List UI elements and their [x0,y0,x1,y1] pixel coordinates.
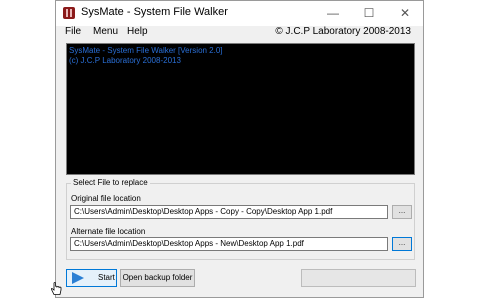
browse-alternate-button[interactable]: ... [392,237,412,251]
window-title: SysMate - System File Walker [81,6,228,18]
console-output[interactable]: SysMate - System File Walker [Version 2.… [66,43,415,175]
alternate-file-label: Alternate file location [71,227,146,236]
progress-bar [301,269,416,287]
start-label: Start [98,273,115,282]
minimize-icon[interactable]: — [315,1,351,26]
group-label: Select File to replace [71,178,150,187]
alternate-file-input[interactable]: C:\Users\Admin\Desktop\Desktop Apps - Ne… [70,237,388,251]
menu-bar: File Menu Help © J.C.P Laboratory 2008-2… [56,26,423,40]
menu-file[interactable]: File [65,26,81,37]
play-icon [72,272,84,284]
original-file-input[interactable]: C:\Users\Admin\Desktop\Desktop Apps - Co… [70,205,388,219]
copyright-text: © J.C.P Laboratory 2008-2013 [275,26,411,37]
open-backup-folder-button[interactable]: Open backup folder [120,269,195,287]
hand-cursor-icon [50,282,62,295]
console-line: SysMate - System File Walker [Version 2.… [69,46,223,55]
app-logo-icon [63,7,75,19]
menu-help[interactable]: Help [127,26,148,37]
start-button[interactable]: Start [66,269,117,287]
console-line: (c) J.C.P Laboratory 2008-2013 [69,56,181,65]
app-window: SysMate - System File Walker — ☐ ✕ File … [55,0,424,298]
title-bar[interactable]: SysMate - System File Walker — ☐ ✕ [56,1,423,26]
menu-menu[interactable]: Menu [93,26,118,37]
replace-file-group: Select File to replace Original file loc… [66,178,415,260]
browse-original-button[interactable]: ... [392,205,412,219]
original-file-label: Original file location [71,194,141,203]
maximize-icon[interactable]: ☐ [351,1,387,26]
close-icon[interactable]: ✕ [387,1,423,26]
